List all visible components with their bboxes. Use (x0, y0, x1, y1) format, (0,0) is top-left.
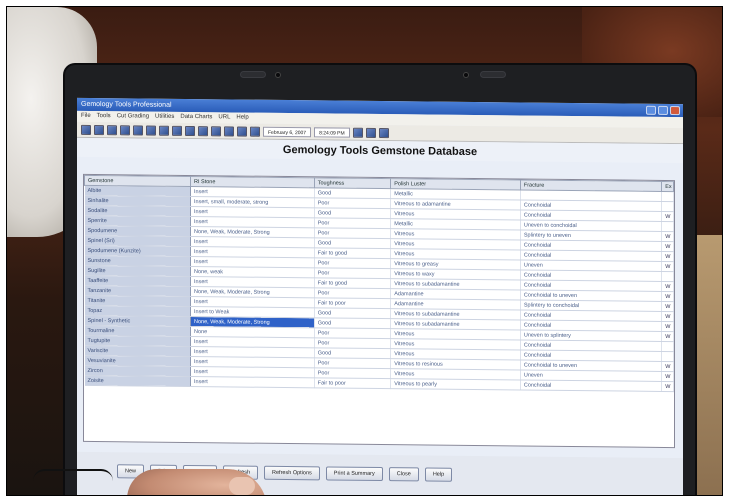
tool-icon[interactable] (211, 125, 221, 136)
cell-ex[interactable]: W (661, 231, 674, 242)
bezel-sensor-left (275, 72, 281, 78)
photo-frame: Gemology Tools Professional File Tools C… (0, 0, 729, 502)
time-field: 8:24:09 PM (314, 126, 350, 138)
bezel-latch-right (480, 71, 506, 78)
minimize-button[interactable] (646, 105, 656, 115)
cell-ex[interactable]: W (661, 331, 674, 342)
cell-ex[interactable]: W (661, 261, 674, 272)
fingernail (229, 477, 255, 495)
tool-icon[interactable] (107, 124, 117, 135)
cell-ex[interactable]: W (661, 361, 674, 372)
date-field: February 6, 2007 (263, 126, 312, 137)
tool-icon[interactable] (146, 125, 156, 136)
tool-icon[interactable] (94, 124, 104, 135)
tool-icon[interactable] (120, 124, 130, 135)
laptop-screen: Gemology Tools Professional File Tools C… (77, 97, 683, 495)
cell-ex[interactable] (661, 191, 674, 202)
refresh-options-button[interactable]: Refresh Options (264, 465, 320, 481)
cell-ex[interactable]: W (661, 281, 674, 292)
tool-icon[interactable] (172, 125, 182, 136)
tool-icon[interactable] (250, 126, 260, 137)
tool-icon[interactable] (237, 126, 247, 137)
bezel-latch-left (240, 71, 266, 78)
column-header-ex[interactable]: Ex (661, 181, 674, 192)
grid-body: Albite Insert Good Metallic Sinhalite Insert,… (84, 185, 674, 392)
cell-ex[interactable] (661, 271, 674, 282)
close-window-button[interactable] (670, 106, 680, 116)
cell-ex[interactable]: W (661, 251, 674, 262)
photo-scene: Gemology Tools Professional File Tools C… (6, 6, 723, 496)
cell-ex[interactable]: W (661, 321, 674, 332)
cell-gemstone[interactable]: Zoisite (84, 375, 191, 387)
tool-icon[interactable] (224, 125, 234, 136)
cell-ex[interactable]: W (661, 301, 674, 312)
tool-icon[interactable] (352, 127, 363, 138)
cell-ex[interactable]: W (661, 381, 674, 392)
help-button[interactable]: Help (424, 467, 453, 482)
tool-icon[interactable] (198, 125, 208, 136)
cell-ex[interactable]: W (661, 241, 674, 252)
tool-icon[interactable] (133, 124, 143, 136)
window-controls (646, 104, 683, 117)
menu-file[interactable]: File (81, 111, 91, 122)
bezel-sensor-right (463, 72, 469, 78)
maximize-button[interactable] (658, 105, 668, 116)
tool-icon[interactable] (159, 125, 169, 136)
cell-ex[interactable]: W (661, 211, 674, 222)
tool-icon[interactable] (185, 125, 195, 136)
cell-polish-luster[interactable]: Vitreous to pearly (390, 378, 521, 390)
menu-cut-grading[interactable]: Cut Grading (117, 111, 149, 122)
cell-ex[interactable] (661, 221, 674, 232)
tool-icon[interactable] (378, 127, 389, 138)
cable (33, 469, 113, 481)
cell-ex[interactable] (661, 341, 674, 352)
cell-toughness[interactable]: Fair to poor (314, 377, 391, 389)
menu-help[interactable]: Help (236, 112, 248, 123)
cell-ex[interactable] (661, 351, 674, 362)
menu-data-charts[interactable]: Data Charts (180, 112, 212, 123)
menu-utilities[interactable]: Utilities (155, 112, 174, 123)
print-summary-button[interactable]: Print a Summary (325, 466, 383, 482)
tool-icon[interactable] (365, 127, 376, 138)
menu-url[interactable]: URL (218, 112, 230, 123)
cell-ex[interactable]: W (661, 371, 674, 382)
gemstone-grid[interactable]: Gemstone RI Stone Toughness Polish Luste… (83, 173, 675, 449)
cell-fracture[interactable]: Conchoidal (520, 379, 662, 392)
cell-ex[interactable]: W (661, 291, 674, 302)
cell-ex[interactable]: W (661, 311, 674, 322)
cell-ex[interactable] (661, 201, 674, 212)
laptop-bezel: Gemology Tools Professional File Tools C… (65, 65, 695, 495)
cell-ri-stone[interactable]: Insert (190, 376, 315, 388)
menu-tools[interactable]: Tools (97, 111, 111, 122)
window-title: Gemology Tools Professional (81, 100, 172, 109)
close-button[interactable]: Close (388, 467, 419, 482)
tool-icon[interactable] (81, 124, 91, 135)
